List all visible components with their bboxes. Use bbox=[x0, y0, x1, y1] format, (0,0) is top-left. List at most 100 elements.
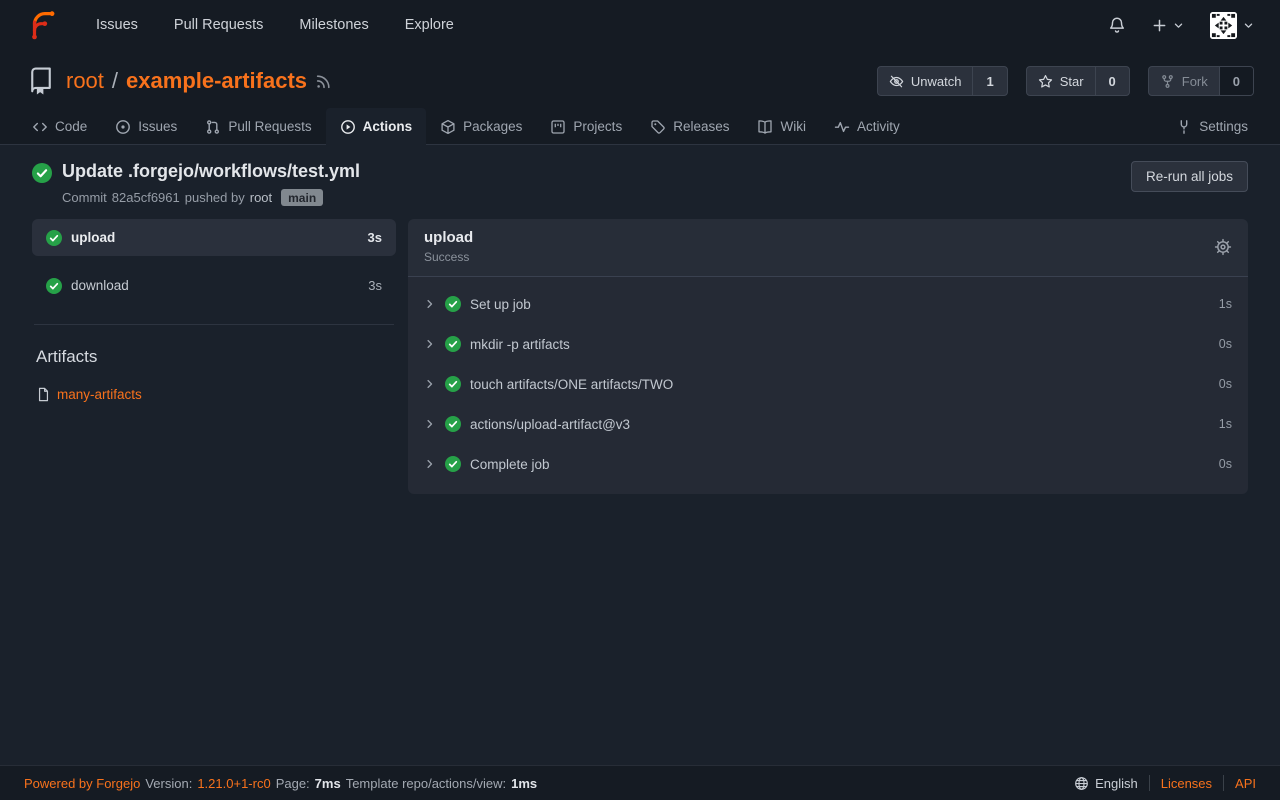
tab-settings[interactable]: Settings bbox=[1162, 108, 1262, 145]
rerun-all-jobs-button[interactable]: Re-run all jobs bbox=[1131, 161, 1248, 192]
nav-item-pull-requests[interactable]: Pull Requests bbox=[174, 17, 263, 33]
tools-icon bbox=[1176, 119, 1192, 135]
tab-releases[interactable]: Releases bbox=[636, 108, 743, 145]
step-duration: 0s bbox=[1219, 457, 1232, 471]
step-row-mkdir[interactable]: mkdir -p artifacts 0s bbox=[408, 324, 1248, 364]
footer-links: English Licenses API bbox=[1074, 775, 1256, 791]
job-duration: 3s bbox=[368, 278, 382, 293]
step-row-setup[interactable]: Set up job 1s bbox=[408, 284, 1248, 324]
run-success-icon bbox=[32, 163, 52, 183]
tab-code[interactable]: Code bbox=[18, 108, 101, 145]
chevron-right-icon bbox=[424, 418, 436, 430]
artifact-link[interactable]: many-artifacts bbox=[32, 387, 396, 402]
star-button[interactable]: Star bbox=[1027, 67, 1095, 95]
site-header: Issues Pull Requests Milestones Explore bbox=[0, 0, 1280, 145]
step-success-icon bbox=[445, 376, 461, 392]
unwatch-button-group: Unwatch 1 bbox=[877, 66, 1008, 96]
tab-actions[interactable]: Actions bbox=[326, 108, 427, 145]
fork-button-group: Fork 0 bbox=[1148, 66, 1254, 96]
navbar-right bbox=[1108, 12, 1254, 39]
user-menu-dropdown[interactable] bbox=[1210, 12, 1254, 39]
unwatch-label: Unwatch bbox=[911, 74, 962, 89]
tab-activity[interactable]: Activity bbox=[820, 108, 914, 145]
stars-count[interactable]: 0 bbox=[1095, 67, 1129, 95]
play-circle-icon bbox=[340, 119, 356, 135]
chevron-right-icon bbox=[424, 458, 436, 470]
tag-icon bbox=[650, 119, 666, 135]
jobs-sidebar: upload 3s download 3s Artifacts many-art… bbox=[32, 219, 396, 402]
job-duration: 3s bbox=[368, 230, 382, 245]
tab-projects[interactable]: Projects bbox=[536, 108, 636, 145]
forks-count[interactable]: 0 bbox=[1219, 67, 1253, 95]
job-item-upload[interactable]: upload 3s bbox=[32, 219, 396, 256]
commit-sha-link[interactable]: 82a5cf6961 bbox=[112, 190, 180, 205]
fork-icon bbox=[1160, 74, 1175, 89]
repo-header: root / example-artifacts Unwatch bbox=[0, 50, 1280, 108]
nav-item-milestones[interactable]: Milestones bbox=[299, 17, 368, 33]
site-footer: Powered by Forgejo Version: 1.21.0+1-rc0… bbox=[0, 765, 1280, 800]
artifacts-heading: Artifacts bbox=[36, 347, 392, 367]
branch-badge[interactable]: main bbox=[281, 189, 323, 206]
step-row-complete[interactable]: Complete job 0s bbox=[408, 444, 1248, 484]
job-name: upload bbox=[71, 230, 115, 245]
commit-author-link[interactable]: root bbox=[250, 190, 272, 205]
eye-slash-icon bbox=[889, 74, 904, 89]
unwatch-button[interactable]: Unwatch bbox=[878, 67, 973, 95]
footer-info: Powered by Forgejo Version: 1.21.0+1-rc0… bbox=[24, 776, 537, 791]
rss-icon[interactable] bbox=[315, 73, 332, 90]
chevron-down-icon bbox=[1173, 20, 1184, 31]
avatar bbox=[1210, 12, 1237, 39]
tab-packages[interactable]: Packages bbox=[426, 108, 536, 145]
licenses-link[interactable]: Licenses bbox=[1161, 776, 1212, 791]
version-link[interactable]: 1.21.0+1-rc0 bbox=[197, 776, 270, 791]
repo-title: root / example-artifacts bbox=[66, 68, 307, 94]
book-icon bbox=[757, 119, 773, 135]
chevron-right-icon bbox=[424, 298, 436, 310]
step-duration: 0s bbox=[1219, 337, 1232, 351]
job-steps-log: Set up job 1s mkdir -p artifacts 0s touc… bbox=[408, 277, 1248, 494]
run-title: Update .forgejo/workflows/test.yml bbox=[62, 161, 360, 182]
repo-book-icon bbox=[26, 66, 56, 96]
api-link[interactable]: API bbox=[1235, 776, 1256, 791]
tab-pull-requests[interactable]: Pull Requests bbox=[191, 108, 325, 145]
job-status: Success bbox=[424, 250, 473, 264]
repo-separator: / bbox=[112, 68, 118, 94]
job-detail-panel: upload Success Set up job 1s bbox=[408, 219, 1248, 494]
page-render-time: 7ms bbox=[315, 776, 341, 791]
repo-name-link[interactable]: example-artifacts bbox=[126, 68, 307, 94]
template-render-time: 1ms bbox=[511, 776, 537, 791]
main-nav: Issues Pull Requests Milestones Explore bbox=[96, 17, 454, 33]
footer-divider bbox=[1149, 775, 1150, 791]
job-options-gear-icon[interactable] bbox=[1214, 238, 1232, 256]
watchers-count[interactable]: 1 bbox=[972, 67, 1006, 95]
job-detail-header: upload Success bbox=[408, 219, 1248, 277]
tab-issues[interactable]: Issues bbox=[101, 108, 191, 145]
forgejo-logo[interactable] bbox=[26, 8, 60, 42]
actions-run-view: Update .forgejo/workflows/test.yml Commi… bbox=[0, 145, 1280, 765]
step-duration: 0s bbox=[1219, 377, 1232, 391]
star-icon bbox=[1038, 74, 1053, 89]
issue-icon bbox=[115, 119, 131, 135]
step-name: actions/upload-artifact@v3 bbox=[470, 417, 630, 432]
notifications-bell-icon[interactable] bbox=[1108, 16, 1126, 34]
nav-item-issues[interactable]: Issues bbox=[96, 17, 138, 33]
step-success-icon bbox=[445, 456, 461, 472]
step-name: mkdir -p artifacts bbox=[470, 337, 570, 352]
top-navbar: Issues Pull Requests Milestones Explore bbox=[0, 0, 1280, 50]
nav-item-explore[interactable]: Explore bbox=[405, 17, 454, 33]
globe-icon bbox=[1074, 776, 1089, 791]
fork-button[interactable]: Fork bbox=[1149, 67, 1219, 95]
step-name: Complete job bbox=[470, 457, 550, 472]
step-row-touch[interactable]: touch artifacts/ONE artifacts/TWO 0s bbox=[408, 364, 1248, 404]
step-row-upload-artifact[interactable]: actions/upload-artifact@v3 1s bbox=[408, 404, 1248, 444]
powered-by-link[interactable]: Powered by Forgejo bbox=[24, 776, 140, 791]
create-new-dropdown[interactable] bbox=[1152, 18, 1184, 33]
job-success-icon bbox=[46, 230, 62, 246]
tab-wiki[interactable]: Wiki bbox=[743, 108, 820, 145]
file-icon bbox=[36, 387, 51, 402]
language-selector[interactable]: English bbox=[1074, 776, 1138, 791]
step-name: touch artifacts/ONE artifacts/TWO bbox=[470, 377, 673, 392]
job-item-download[interactable]: download 3s bbox=[32, 267, 396, 304]
repo-owner-link[interactable]: root bbox=[66, 68, 104, 94]
package-icon bbox=[440, 119, 456, 135]
